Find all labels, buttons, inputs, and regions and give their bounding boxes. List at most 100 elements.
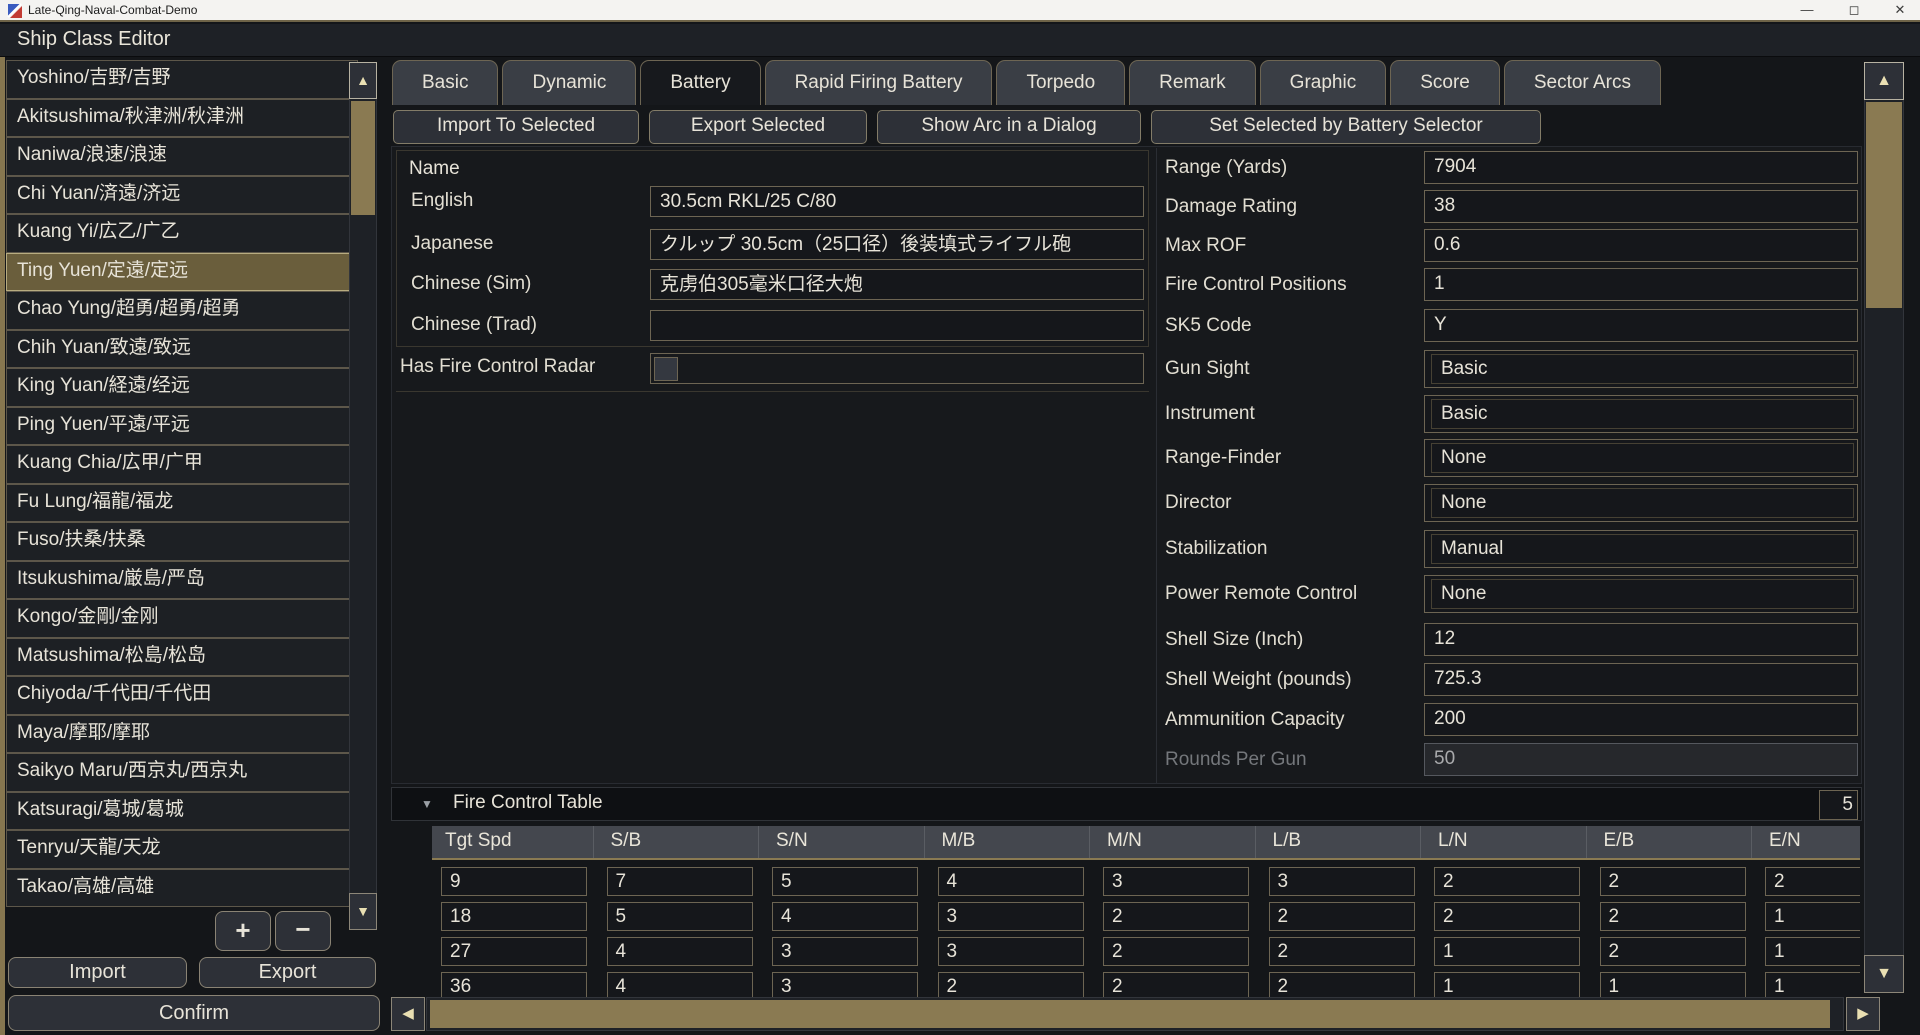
fc-table-cell[interactable]: 9 [441, 867, 587, 896]
list-item-ship[interactable]: Kuang Chia/広甲/广甲 [6, 445, 358, 484]
fc-table-cell[interactable]: 2 [1600, 867, 1746, 896]
fc-table-cell[interactable]: 1 [1600, 972, 1746, 997]
scroll-up-button[interactable]: ▲ [1864, 62, 1904, 100]
property-input[interactable]: 0.6 [1424, 229, 1858, 262]
property-input[interactable]: 12 [1424, 623, 1858, 656]
toolbar-button-2[interactable]: Export Selected [649, 110, 867, 144]
fc-table-cell[interactable]: 2 [1600, 937, 1746, 966]
fc-table-cell[interactable]: 3 [938, 902, 1084, 931]
list-item-ship[interactable]: Chiyoda/千代田/千代田 [6, 676, 358, 715]
property-input[interactable]: 725.3 [1424, 663, 1858, 696]
fc-table-cell[interactable]: 2 [1434, 902, 1580, 931]
property-dropdown[interactable]: None [1424, 575, 1858, 613]
tab-graphic[interactable]: Graphic [1260, 60, 1387, 105]
name-field-input[interactable]: 克虏伯305毫米口径大炮 [650, 269, 1144, 300]
name-field-input[interactable]: 30.5cm RKL/25 C/80 [650, 186, 1144, 217]
fc-table-cell[interactable]: 1 [1765, 937, 1860, 966]
fc-table-cell[interactable]: 2 [1269, 902, 1415, 931]
fc-table-cell[interactable]: 36 [441, 972, 587, 997]
list-item-ship[interactable]: Chi Yuan/済遠/济远 [6, 176, 358, 215]
list-item-ship[interactable]: Itsukushima/厳島/严岛 [6, 561, 358, 600]
property-dropdown[interactable]: Basic [1424, 395, 1858, 433]
list-item-ship[interactable]: King Yuan/経遠/经远 [6, 368, 358, 407]
fc-table-cell[interactable]: 3 [1269, 867, 1415, 896]
tab-rapid-firing-battery[interactable]: Rapid Firing Battery [765, 60, 993, 105]
fc-table-cell[interactable]: 2 [1269, 972, 1415, 997]
fc-table-cell[interactable]: 1 [1434, 937, 1580, 966]
fc-table-cell[interactable]: 4 [607, 972, 753, 997]
property-dropdown[interactable]: Basic [1424, 350, 1858, 388]
fc-table-cell[interactable]: 5 [607, 902, 753, 931]
vertical-scrollbar-thumb[interactable] [1866, 102, 1902, 308]
ship-list-scroll-down-button[interactable]: ▼ [349, 893, 377, 930]
confirm-button[interactable]: Confirm [8, 995, 380, 1031]
property-dropdown[interactable]: None [1424, 484, 1858, 522]
list-item-ship[interactable]: Maya/摩耶/摩耶 [6, 715, 358, 754]
property-input[interactable]: 7904 [1424, 151, 1858, 184]
fc-table-cell[interactable]: 3 [772, 972, 918, 997]
list-item-ship[interactable]: Chao Yung/超勇/超勇/超勇 [6, 291, 358, 330]
list-item-ship[interactable]: Takao/高雄/高雄 [6, 869, 358, 908]
fc-table-cell[interactable]: 2 [1434, 867, 1580, 896]
fc-table-cell[interactable]: 2 [1269, 937, 1415, 966]
close-button[interactable]: ✕ [1879, 0, 1920, 20]
list-item-ship[interactable]: Kongo/金剛/金刚 [6, 599, 358, 638]
fc-table-cell[interactable]: 4 [938, 867, 1084, 896]
property-dropdown[interactable]: None [1424, 439, 1858, 477]
list-item-ship[interactable]: Ping Yuen/平遠/平远 [6, 407, 358, 446]
import-button[interactable]: Import [8, 957, 187, 988]
fc-table-cell[interactable]: 2 [1103, 972, 1249, 997]
list-item-ship[interactable]: Matsushima/松島/松岛 [6, 638, 358, 677]
collapse-icon[interactable]: ▼ [421, 797, 433, 811]
fc-table-cell[interactable]: 18 [441, 902, 587, 931]
toolbar-button-3[interactable]: Show Arc in a Dialog [877, 110, 1141, 144]
fc-table-cell[interactable]: 4 [772, 902, 918, 931]
has-fire-control-radar-checkbox[interactable] [654, 357, 678, 381]
maximize-button[interactable]: ◻ [1833, 0, 1875, 20]
tab-battery[interactable]: Battery [640, 60, 760, 105]
list-item-ship[interactable]: Naniwa/浪速/浪速 [6, 137, 358, 176]
fc-table-cell[interactable]: 5 [772, 867, 918, 896]
list-item-ship[interactable]: Yoshino/吉野/吉野 [6, 60, 358, 99]
fc-table-cell[interactable]: 2 [1103, 937, 1249, 966]
toolbar-button-4[interactable]: Set Selected by Battery Selector [1151, 110, 1541, 144]
scroll-right-button[interactable]: ▶ [1846, 997, 1880, 1031]
list-item-ship[interactable]: Saikyo Maru/西京丸/西京丸 [6, 753, 358, 792]
property-input[interactable]: Y [1424, 309, 1858, 342]
tab-torpedo[interactable]: Torpedo [996, 60, 1125, 105]
list-item-ship[interactable]: Ting Yuen/定遠/定远 [6, 253, 358, 292]
fc-table-cell[interactable]: 2 [1600, 902, 1746, 931]
list-item-ship[interactable]: Katsuragi/葛城/葛城 [6, 792, 358, 831]
property-dropdown[interactable]: Manual [1424, 530, 1858, 568]
list-item-ship[interactable]: Chih Yuan/致遠/致远 [6, 330, 358, 369]
property-input[interactable]: 200 [1424, 703, 1858, 736]
fc-table-cell[interactable]: 3 [1103, 867, 1249, 896]
fc-table-cell[interactable]: 4 [607, 937, 753, 966]
export-button[interactable]: Export [199, 957, 376, 988]
add-ship-button[interactable]: + [215, 911, 271, 951]
fc-table-cell[interactable]: 2 [1765, 867, 1860, 896]
remove-ship-button[interactable]: − [275, 911, 331, 951]
list-item-ship[interactable]: Kuang Yi/広乙/广乙 [6, 214, 358, 253]
property-input[interactable]: 38 [1424, 190, 1858, 223]
name-field-input[interactable]: クルップ 30.5cm（25口径）後装填式ライフル砲 [650, 229, 1144, 260]
tab-sector-arcs[interactable]: Sector Arcs [1504, 60, 1661, 105]
list-item-ship[interactable]: Fu Lung/福龍/福龙 [6, 484, 358, 523]
fc-table-cell[interactable]: 7 [607, 867, 753, 896]
scroll-left-button[interactable]: ◀ [391, 997, 425, 1031]
toolbar-button-1[interactable]: Import To Selected [393, 110, 639, 144]
list-item-ship[interactable]: Tenryu/天龍/天龙 [6, 830, 358, 869]
fc-table-cell[interactable]: 1 [1765, 972, 1860, 997]
ship-list-scroll-up-button[interactable]: ▲ [349, 62, 377, 99]
fc-table-cell[interactable]: 27 [441, 937, 587, 966]
fire-control-row-count-input[interactable]: 5 [1819, 790, 1858, 820]
tab-remark[interactable]: Remark [1129, 60, 1256, 105]
tab-score[interactable]: Score [1390, 60, 1500, 105]
horizontal-scrollbar-thumb[interactable] [430, 1000, 1830, 1028]
fc-table-cell[interactable]: 1 [1765, 902, 1860, 931]
fc-table-cell[interactable]: 2 [1103, 902, 1249, 931]
list-item-ship[interactable]: Fuso/扶桑/扶桑 [6, 522, 358, 561]
tab-dynamic[interactable]: Dynamic [502, 60, 636, 105]
fc-table-cell[interactable]: 3 [772, 937, 918, 966]
tab-basic[interactable]: Basic [392, 60, 498, 105]
